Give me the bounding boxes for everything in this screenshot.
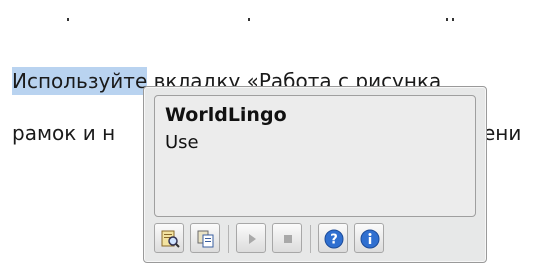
lookup-button[interactable] <box>154 223 184 253</box>
toolbar-separator <box>310 225 311 253</box>
popup-title: WorldLingo <box>165 104 287 126</box>
document-text: рамок и н <box>12 121 116 145</box>
document-line-2-right: ени <box>483 120 521 146</box>
document-line-2: рамок и н <box>12 120 115 146</box>
selected-word[interactable]: Используйте <box>12 67 148 95</box>
svg-text:?: ? <box>330 233 338 248</box>
translation-panel: WorldLingo Use <box>154 95 476 217</box>
popup-translation: Use <box>165 132 199 153</box>
translation-popup: WorldLingo Use ? <box>143 86 487 263</box>
toolbar-separator <box>228 225 229 253</box>
play-button[interactable] <box>236 223 266 253</box>
document-text: ени <box>483 121 522 145</box>
copy-button[interactable] <box>190 223 220 253</box>
stop-button[interactable] <box>272 223 302 253</box>
ruler-dot <box>67 18 69 21</box>
ruler-dot <box>446 18 448 21</box>
ruler-dots <box>0 0 547 30</box>
help-button[interactable]: ? <box>318 223 348 253</box>
ruler-dot <box>248 18 250 21</box>
info-button[interactable] <box>354 223 384 253</box>
popup-toolbar: ? <box>154 223 484 257</box>
ruler-dot <box>452 18 454 21</box>
